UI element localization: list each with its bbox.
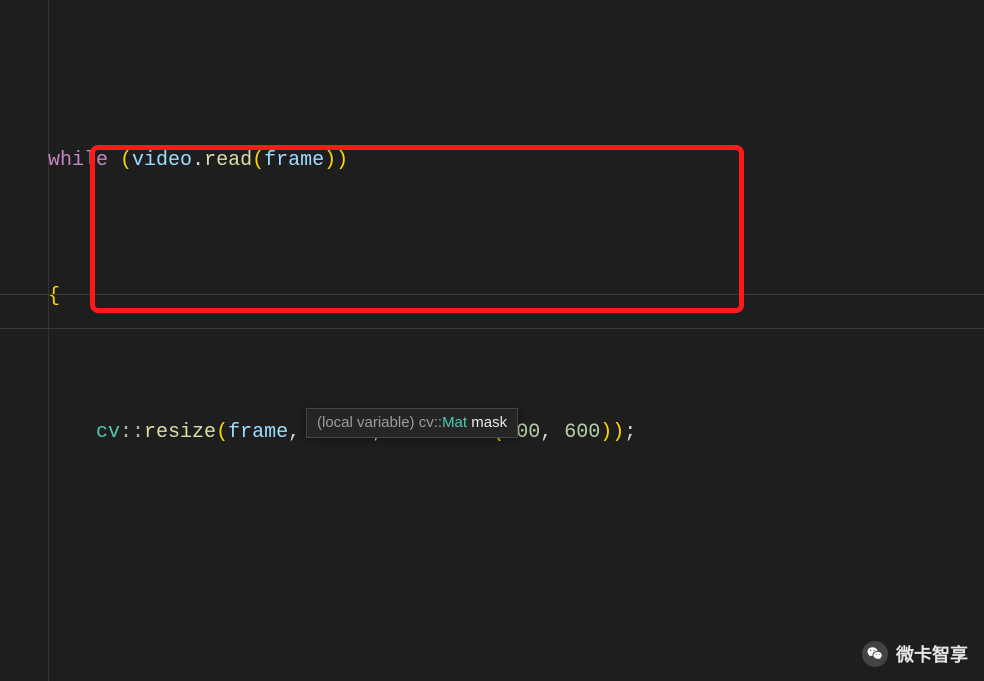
- tooltip-type: Mat: [442, 414, 467, 431]
- code-editor[interactable]: while (video.read(frame)) { cv::resize(f…: [0, 0, 984, 681]
- code-line[interactable]: {: [0, 280, 984, 314]
- watermark-text: 微卡智享: [896, 641, 968, 667]
- separator-line: [0, 328, 984, 329]
- tooltip-var: mask: [471, 414, 507, 431]
- wechat-icon: [862, 641, 888, 667]
- keyword-while: while: [48, 149, 108, 172]
- hover-tooltip: (local variable) cv::Mat mask: [306, 408, 518, 438]
- tooltip-prefix: (local variable): [317, 414, 419, 431]
- code-line[interactable]: [0, 552, 984, 586]
- code-line[interactable]: while (video.read(frame)): [0, 144, 984, 178]
- tooltip-namespace: cv::: [419, 414, 442, 431]
- separator-line: [0, 294, 984, 295]
- watermark: 微卡智享: [862, 641, 968, 667]
